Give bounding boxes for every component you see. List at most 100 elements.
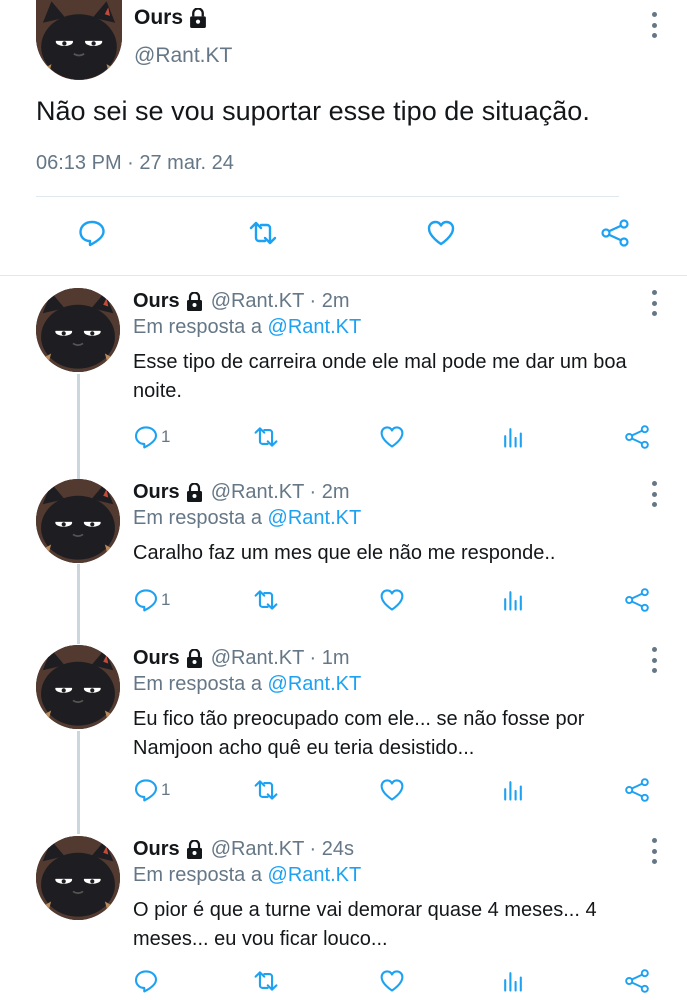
avatar[interactable] xyxy=(36,288,120,372)
like-icon xyxy=(380,589,404,611)
like-icon xyxy=(380,970,404,992)
reply-button[interactable]: 1 xyxy=(133,424,170,450)
avatar[interactable] xyxy=(36,836,120,920)
like-icon[interactable] xyxy=(426,218,456,248)
reply-tweet[interactable]: Ours @Rant.KT · 1m Em resposta a @Rant.K… xyxy=(0,645,687,825)
reply-actions-bar: 1 xyxy=(0,777,687,805)
replying-to: Em resposta a @Rant.KT xyxy=(133,864,361,887)
reply-icon xyxy=(134,589,158,612)
reply-header: Ours @Rant.KT · 24s xyxy=(133,838,354,861)
analytics-button[interactable] xyxy=(500,587,526,613)
retweet-button[interactable] xyxy=(253,968,279,994)
analytics-icon xyxy=(504,591,522,611)
reply-header: Ours @Rant.KT · 2m xyxy=(133,290,350,313)
share-button[interactable] xyxy=(624,777,650,803)
mention-link[interactable]: @Rant.KT xyxy=(268,673,362,695)
reply-header: Ours @Rant.KT · 2m xyxy=(133,481,350,504)
like-icon xyxy=(380,779,404,801)
mention-link[interactable]: @Rant.KT xyxy=(268,316,362,338)
author-name[interactable]: Ours xyxy=(134,6,183,30)
reply-tweet[interactable]: Ours @Rant.KT · 2m Em resposta a @Rant.K… xyxy=(0,479,687,629)
replying-to: Em resposta a @Rant.KT xyxy=(133,507,361,530)
share-button[interactable] xyxy=(624,968,650,994)
analytics-button[interactable] xyxy=(500,424,526,450)
replying-prefix: Em resposta a xyxy=(133,316,262,338)
reply-icon[interactable] xyxy=(77,218,107,248)
mention-link[interactable]: @Rant.KT xyxy=(268,507,362,529)
reply-button[interactable]: 1 xyxy=(133,587,170,613)
retweet-icon xyxy=(254,427,278,447)
share-icon xyxy=(625,969,649,993)
handle-time: @Rant.KT · 1m xyxy=(210,647,350,669)
reply-count: 1 xyxy=(161,780,171,799)
author-name[interactable]: Ours xyxy=(133,647,180,670)
author-handle[interactable]: @Rant.KT xyxy=(134,44,232,68)
reply-icon xyxy=(134,426,158,449)
more-options-icon[interactable] xyxy=(651,290,657,316)
divider xyxy=(36,196,619,197)
like-icon xyxy=(380,426,404,448)
reply-header: Ours @Rant.KT · 1m xyxy=(133,647,350,670)
lock-icon xyxy=(185,649,203,668)
share-button[interactable] xyxy=(624,587,650,613)
replying-to: Em resposta a @Rant.KT xyxy=(133,673,361,696)
author-name[interactable]: Ours xyxy=(133,290,180,313)
lock-icon xyxy=(185,483,203,502)
retweet-icon xyxy=(254,590,278,610)
share-icon xyxy=(625,588,649,612)
reply-actions-bar xyxy=(0,968,687,996)
analytics-icon xyxy=(504,428,522,448)
reply-icon xyxy=(134,970,158,993)
reply-icon xyxy=(134,779,158,802)
like-button[interactable] xyxy=(379,968,405,994)
retweet-button[interactable] xyxy=(253,424,279,450)
like-button[interactable] xyxy=(379,587,405,613)
share-icon xyxy=(625,425,649,449)
replying-prefix: Em resposta a xyxy=(133,507,262,529)
retweet-button[interactable] xyxy=(253,587,279,613)
lock-icon xyxy=(185,840,203,859)
author-name[interactable]: Ours xyxy=(133,838,180,861)
retweet-button[interactable] xyxy=(253,777,279,803)
more-options-icon[interactable] xyxy=(651,481,657,507)
replying-to: Em resposta a @Rant.KT xyxy=(133,316,361,339)
reply-count: 1 xyxy=(161,427,171,446)
avatar[interactable] xyxy=(36,645,120,729)
lock-icon xyxy=(185,292,203,311)
analytics-button[interactable] xyxy=(500,777,526,803)
reply-tweet[interactable]: Ours @Rant.KT · 24s Em resposta a @Rant.… xyxy=(0,836,687,1000)
tweet-text: Caralho faz um mes que ele não me respon… xyxy=(133,542,556,564)
main-tweet: Ours @Rant.KT Não sei se vou suportar es… xyxy=(0,0,687,275)
reply-actions-bar: 1 xyxy=(0,424,687,452)
divider xyxy=(0,275,687,276)
more-options-icon[interactable] xyxy=(651,12,657,38)
retweet-icon xyxy=(254,971,278,991)
avatar[interactable] xyxy=(36,0,122,80)
share-icon xyxy=(625,778,649,802)
retweet-icon[interactable] xyxy=(248,218,278,248)
handle-time: @Rant.KT · 2m xyxy=(210,290,350,312)
author-name-row: Ours xyxy=(134,6,208,30)
avatar[interactable] xyxy=(36,479,120,563)
analytics-button[interactable] xyxy=(500,968,526,994)
reply-actions-bar: 1 xyxy=(0,587,687,615)
like-button[interactable] xyxy=(379,777,405,803)
analytics-icon xyxy=(504,781,522,801)
reply-tweet[interactable]: Ours @Rant.KT · 2m Em resposta a @Rant.K… xyxy=(0,288,687,468)
tweet-text: Esse tipo de carreira onde ele mal pode … xyxy=(133,351,627,402)
share-button[interactable] xyxy=(624,424,650,450)
share-icon[interactable] xyxy=(600,218,630,248)
handle-time: @Rant.KT · 24s xyxy=(210,838,355,860)
like-button[interactable] xyxy=(379,424,405,450)
author-name[interactable]: Ours xyxy=(133,481,180,504)
more-options-icon[interactable] xyxy=(651,838,657,864)
mention-link[interactable]: @Rant.KT xyxy=(268,864,362,886)
reply-count: 1 xyxy=(161,590,171,609)
reply-button[interactable] xyxy=(133,968,161,994)
tweet-timestamp: 06:13 PM · 27 mar. 24 xyxy=(36,152,234,174)
handle-time: @Rant.KT · 2m xyxy=(210,481,350,503)
more-options-icon[interactable] xyxy=(651,647,657,673)
retweet-icon xyxy=(254,780,278,800)
reply-button[interactable]: 1 xyxy=(133,777,170,803)
replying-prefix: Em resposta a xyxy=(133,673,262,695)
